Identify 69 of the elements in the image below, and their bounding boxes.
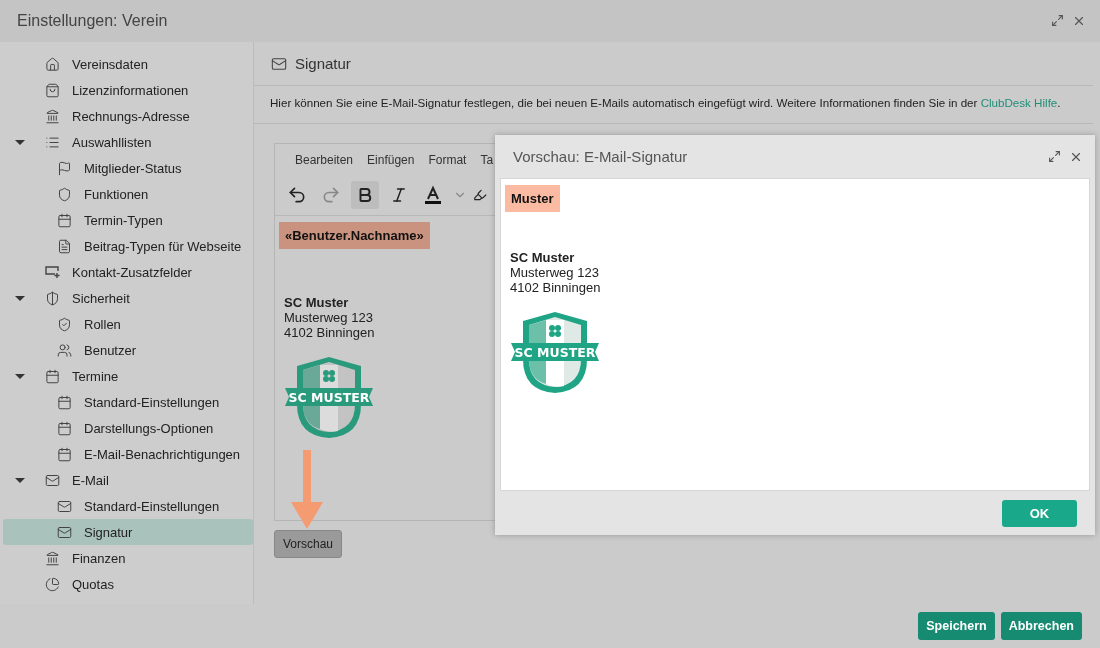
sidebar-item[interactable]: Finanzen xyxy=(3,545,253,571)
editor-menu-item[interactable]: Ta xyxy=(480,153,494,175)
sidebar-item[interactable]: Vereinsdaten xyxy=(3,51,253,77)
list-icon xyxy=(45,134,60,150)
logo-text: SC MUSTER xyxy=(514,345,596,360)
sidebar-item[interactable]: Rollen xyxy=(3,311,253,337)
placeholder-tag: «Benutzer.Nachname» xyxy=(279,222,430,249)
sidebar-item[interactable]: E-Mail-Benachrichtigungen xyxy=(3,441,253,467)
logo-text: SC MUSTER xyxy=(288,390,370,405)
sidebar-item[interactable]: Signatur xyxy=(3,519,253,545)
mail-icon xyxy=(45,472,60,488)
users-icon xyxy=(57,342,72,358)
panel-title: Signatur xyxy=(295,55,351,72)
maximize-icon[interactable] xyxy=(1048,149,1061,164)
sidebar-item[interactable]: Beitrag-Typen für Webseite xyxy=(3,233,253,259)
maximize-icon[interactable] xyxy=(1051,14,1064,28)
street-text: Musterweg 123 xyxy=(284,310,374,325)
sidebar-item[interactable]: Darstellungs-Optionen xyxy=(3,415,253,441)
close-icon[interactable] xyxy=(1072,14,1086,28)
sidebar-item[interactable]: Funktionen xyxy=(3,181,253,207)
cancel-button[interactable]: Abbrechen xyxy=(1000,612,1082,640)
sidebar-item[interactable]: Kontakt-Zusatzfelder xyxy=(3,259,253,285)
field-plus-icon xyxy=(45,265,61,279)
collapse-caret-icon[interactable] xyxy=(15,137,25,147)
city-text: 4102 Binningen xyxy=(284,325,376,340)
bank-icon xyxy=(45,108,60,124)
sidebar-item[interactable]: Quotas xyxy=(3,571,253,597)
club-name: SC Muster xyxy=(284,295,350,310)
name-tag: Muster xyxy=(505,185,560,212)
sidebar-item[interactable]: Auswahllisten xyxy=(3,129,253,155)
collapse-caret-icon[interactable] xyxy=(15,475,25,485)
sidebar-item[interactable]: Lizenzinformationen xyxy=(3,77,253,103)
down-arrow-icon xyxy=(290,450,324,530)
flag-icon xyxy=(57,160,72,176)
sidebar-item[interactable]: Rechnungs-Adresse xyxy=(3,103,253,129)
window-title: Einstellungen: Verein xyxy=(17,12,168,30)
sidebar-item[interactable]: Termine xyxy=(3,363,253,389)
shield-icon xyxy=(45,290,60,306)
document-icon xyxy=(57,238,72,254)
calendar-icon xyxy=(57,212,72,228)
shield-icon xyxy=(57,316,72,332)
mail-icon xyxy=(271,55,287,72)
save-button[interactable]: Speichern xyxy=(918,612,995,640)
sidebar-item[interactable]: Termin-Typen xyxy=(3,207,253,233)
calendar-icon xyxy=(57,420,72,436)
calendar-icon xyxy=(45,368,60,384)
collapse-caret-icon[interactable] xyxy=(15,293,25,303)
sidebar-item[interactable]: E-Mail xyxy=(3,467,253,493)
preview-button[interactable]: Vorschau xyxy=(274,530,343,558)
bold-icon[interactable] xyxy=(351,181,379,209)
home-icon xyxy=(45,56,60,72)
mail-icon xyxy=(57,498,72,514)
sidebar-item[interactable]: Standard-Einstellungen xyxy=(3,389,253,415)
bag-icon xyxy=(45,82,60,98)
calendar-icon xyxy=(57,446,72,462)
editor-menu-item[interactable]: Einfügen xyxy=(367,153,415,175)
collapse-caret-icon[interactable] xyxy=(15,371,25,381)
sidebar-item[interactable]: Sicherheit xyxy=(3,285,253,311)
sidebar-item[interactable]: Mitglieder-Status xyxy=(3,155,253,181)
sidebar-item[interactable]: Standard-Einstellungen xyxy=(3,493,253,519)
bank-icon xyxy=(45,550,60,566)
mail-icon xyxy=(57,524,72,540)
calendar-icon xyxy=(57,394,72,410)
pie-chart-icon xyxy=(45,576,60,592)
description-text: Hier können Sie eine E-Mail-Signatur festlegen, die bei neuen E-Mails automatisch eingefügt wird. Weitere Informationen finden Sie in der ClubDesk Hilfe. xyxy=(254,86,1093,124)
editor-menu-item[interactable]: Format xyxy=(428,153,467,175)
sidebar-item[interactable]: Benutzer xyxy=(3,337,253,363)
editor-menu-item[interactable]: Bearbeiten xyxy=(295,153,354,175)
shield-icon xyxy=(57,186,72,202)
